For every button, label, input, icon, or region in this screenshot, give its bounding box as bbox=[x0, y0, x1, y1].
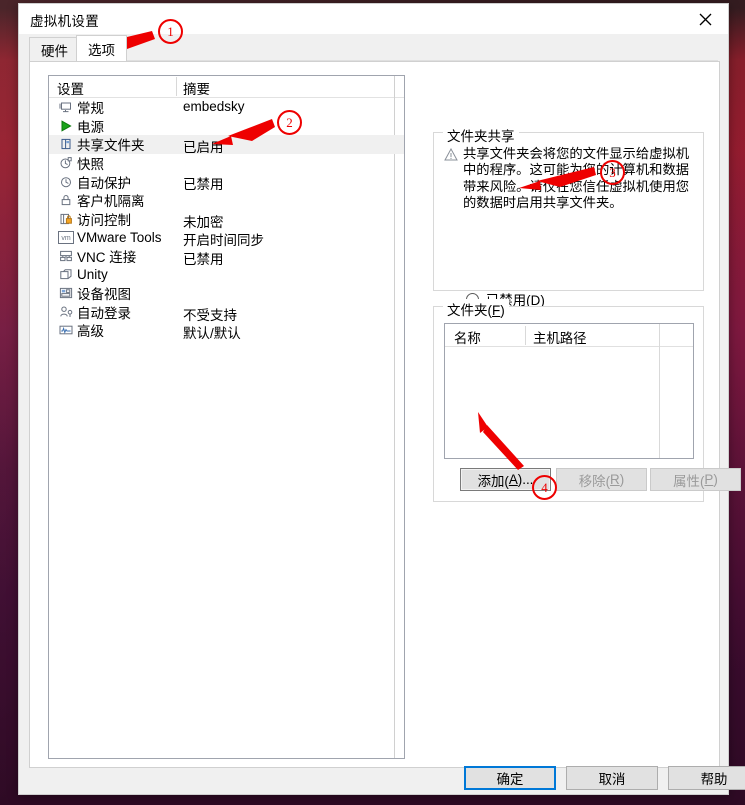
folders-column-name: 名称 bbox=[454, 331, 481, 346]
power-play-icon bbox=[57, 119, 75, 133]
column-header-summary: 摘要 bbox=[183, 82, 210, 97]
settings-list-row-4[interactable]: 自动保护 已禁用 bbox=[49, 172, 404, 192]
settings-row-label: 高级 bbox=[77, 324, 104, 340]
lock-icon bbox=[61, 195, 71, 206]
settings-row-label: 常规 bbox=[77, 101, 104, 117]
folder-sharing-group: 文件夹共享 共享文件夹会将您的文件显示给虚拟机中的程序。这可能为您的计算机和数据… bbox=[433, 125, 704, 353]
power-play-icon bbox=[61, 120, 72, 132]
settings-list-row-5[interactable]: 客户机隔离 bbox=[49, 191, 404, 210]
vmware-tools-icon: vm bbox=[57, 230, 75, 244]
settings-row-label: 共享文件夹 bbox=[77, 138, 145, 154]
snapshot-icon bbox=[60, 157, 72, 169]
tab-strip: 硬件 选项 bbox=[19, 34, 728, 61]
folders-column-path: 主机路径 bbox=[533, 331, 587, 346]
unity-icon bbox=[57, 268, 75, 282]
settings-row-summary: embedsky bbox=[183, 99, 245, 114]
settings-list-row-12[interactable]: 高级 默认/默认 bbox=[49, 321, 404, 342]
settings-row-label: 客户机隔离 bbox=[77, 194, 145, 210]
settings-list[interactable]: 设置 摘要 常规 embedsky 电源 共享文件夹 已启用快照 自动保护 已禁用客户机隔离… bbox=[48, 75, 405, 759]
column-header-setting: 设置 bbox=[57, 82, 84, 97]
settings-row-label: 电源 bbox=[77, 119, 104, 135]
settings-list-row-0[interactable]: 常规 embedsky bbox=[49, 98, 404, 117]
clock-icon bbox=[61, 176, 71, 187]
settings-list-row-6[interactable]: 访问控制 未加密 bbox=[49, 210, 404, 230]
folder-sharing-legend: 文件夹共享 bbox=[443, 125, 519, 145]
svg-text:vm: vm bbox=[61, 235, 71, 242]
settings-list-rows: 常规 embedsky 电源 共享文件夹 已启用快照 自动保护 已禁用客户机隔离 访问控制 未加… bbox=[49, 98, 404, 342]
auto-login-icon bbox=[57, 305, 75, 319]
vnc-icon bbox=[60, 250, 72, 262]
sharing-warning: 共享文件夹会将您的文件显示给虚拟机中的程序。这可能为您的计算机和数据带来风险。请… bbox=[444, 146, 694, 212]
monitor-icon bbox=[57, 100, 75, 114]
settings-row-label: 快照 bbox=[77, 157, 104, 173]
sharing-warning-text: 共享文件夹会将您的文件显示给虚拟机中的程序。这可能为您的计算机和数据带来风险。请… bbox=[463, 146, 690, 211]
add-folder-button[interactable]: 添加(A)... bbox=[460, 468, 551, 491]
settings-row-label: VNC 连接 bbox=[77, 250, 137, 266]
settings-list-row-7[interactable]: vm VMware Tools 开启时间同步 bbox=[49, 228, 404, 248]
settings-row-label: 自动保护 bbox=[77, 175, 131, 191]
folders-table[interactable]: 名称 主机路径 bbox=[444, 323, 694, 459]
device-view-icon bbox=[57, 286, 75, 300]
settings-list-row-9[interactable]: Unity bbox=[49, 265, 404, 284]
tab-content-panel: 设置 摘要 常规 embedsky 电源 共享文件夹 已启用快照 自动保护 已禁用客户机隔离… bbox=[29, 61, 741, 768]
settings-list-header: 设置 摘要 bbox=[49, 76, 404, 98]
folders-column-divider-1 bbox=[525, 326, 526, 345]
folders-table-header: 名称 主机路径 bbox=[445, 324, 693, 347]
settings-list-row-2[interactable]: 共享文件夹 已启用 bbox=[49, 135, 404, 155]
folder-properties-button: 属性(P) bbox=[650, 468, 741, 491]
lock-icon bbox=[57, 193, 75, 207]
tab-hardware[interactable]: 硬件 bbox=[29, 37, 80, 61]
cancel-button[interactable]: 取消 bbox=[566, 766, 658, 790]
settings-row-label: VMware Tools bbox=[77, 229, 162, 245]
close-icon bbox=[699, 13, 712, 25]
remove-folder-button: 移除(R) bbox=[556, 468, 647, 491]
warning-triangle-icon bbox=[444, 146, 463, 212]
settings-list-row-10[interactable]: 设备视图 bbox=[49, 284, 404, 303]
auto-login-icon bbox=[60, 306, 73, 317]
advanced-icon bbox=[57, 323, 75, 337]
settings-row-label: 自动登录 bbox=[77, 305, 131, 321]
unity-icon bbox=[60, 268, 72, 279]
settings-row-summary: 默认/默认 bbox=[183, 326, 241, 342]
vnc-icon bbox=[57, 249, 75, 263]
tab-options[interactable]: 选项 bbox=[76, 35, 127, 61]
monitor-icon bbox=[59, 102, 71, 113]
access-lock-icon bbox=[60, 213, 72, 224]
snapshot-icon bbox=[57, 156, 75, 170]
vmware-tools-icon: vm bbox=[58, 230, 74, 244]
dialog-footer: 确定 取消 帮助 bbox=[19, 766, 745, 794]
folders-table-right-rule bbox=[659, 324, 660, 458]
folders-legend: 文件夹(F) bbox=[443, 299, 509, 319]
settings-list-row-8[interactable]: VNC 连接 已禁用 bbox=[49, 247, 404, 267]
ok-button[interactable]: 确定 bbox=[464, 766, 556, 790]
settings-row-label: 访问控制 bbox=[77, 212, 131, 228]
title-bar: 虚拟机设置 bbox=[19, 4, 728, 34]
vm-settings-dialog: 虚拟机设置 硬件 选项 设置 摘要 常规 embedsky 电源 共享文件夹 已启用快照… bbox=[18, 3, 745, 795]
shared-folder-icon bbox=[57, 137, 75, 151]
folders-group: 文件夹(F) 名称 主机路径 添加(A)... 移除(R) 属性(P) bbox=[433, 299, 741, 502]
clock-icon bbox=[57, 175, 75, 189]
close-window-button[interactable] bbox=[683, 4, 728, 34]
settings-list-row-11[interactable]: 自动登录 不受支持 bbox=[49, 303, 404, 323]
page-title: 虚拟机设置 bbox=[30, 14, 99, 29]
advanced-icon bbox=[59, 326, 73, 335]
access-lock-icon bbox=[57, 212, 75, 226]
settings-list-row-1[interactable]: 电源 bbox=[49, 117, 404, 136]
help-button[interactable]: 帮助 bbox=[668, 766, 745, 790]
settings-list-row-3[interactable]: 快照 bbox=[49, 154, 404, 173]
device-view-icon bbox=[59, 288, 73, 299]
shared-folder-icon bbox=[61, 139, 71, 150]
settings-row-label: Unity bbox=[77, 267, 108, 283]
settings-row-label: 设备视图 bbox=[77, 287, 131, 303]
column-divider bbox=[176, 77, 177, 96]
